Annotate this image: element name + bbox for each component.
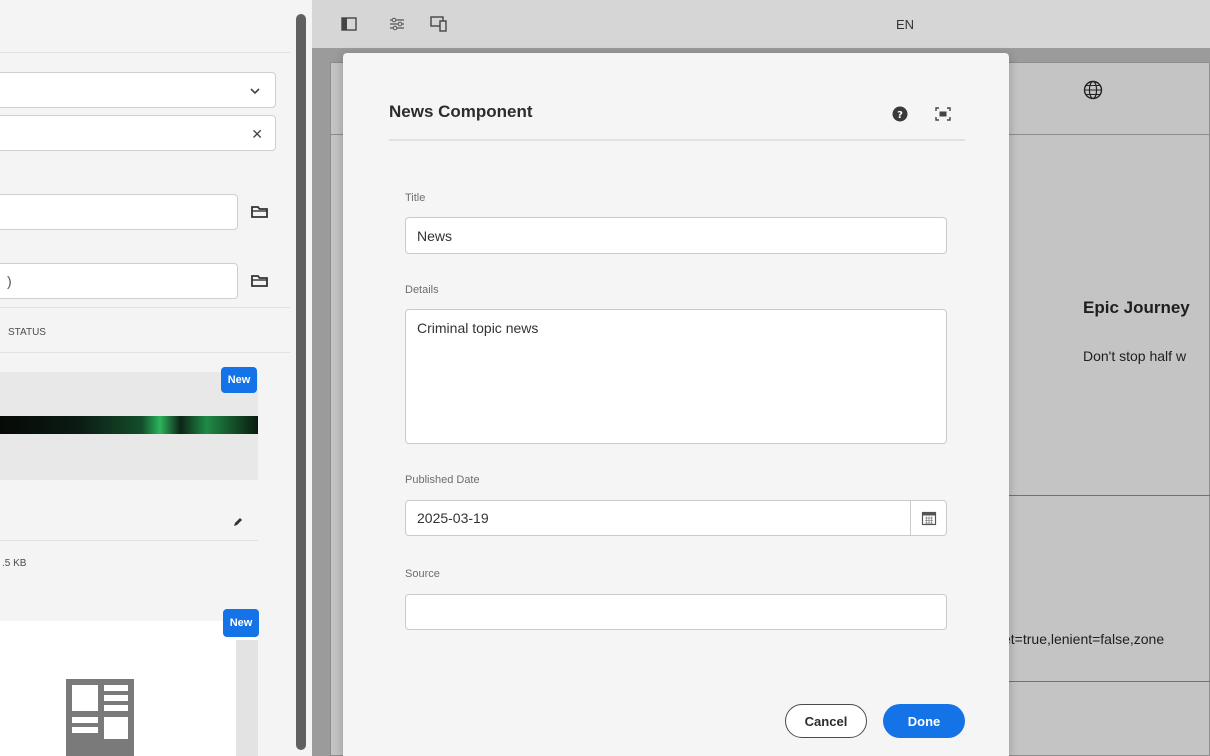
document-icon xyxy=(64,677,136,756)
dialog-title: News Component xyxy=(389,102,533,121)
published-date-input[interactable]: 2025-03-19 xyxy=(405,500,911,536)
title-input-value: News xyxy=(417,227,453,244)
dialog-header-divider xyxy=(389,139,965,141)
title-label: Title xyxy=(405,192,426,204)
details-textarea[interactable]: Criminal topic news xyxy=(405,309,947,444)
new-badge: New xyxy=(223,609,259,637)
calendar-icon[interactable] xyxy=(910,500,947,536)
asset-thumbnail xyxy=(0,416,258,434)
published-date-label: Published Date xyxy=(405,474,480,486)
path-field[interactable]: ) xyxy=(0,263,238,299)
new-badge: New xyxy=(221,367,257,393)
divider xyxy=(0,52,290,53)
fullscreen-icon[interactable] xyxy=(935,107,951,126)
properties-icon[interactable] xyxy=(386,13,408,35)
preview-heading: Epic Journey xyxy=(1083,298,1190,317)
side-panel-icon[interactable] xyxy=(338,13,360,35)
language-indicator[interactable]: EN xyxy=(896,17,914,32)
status-column-header: STATUS xyxy=(8,327,46,338)
left-rail-panel: ✕ ) STATUS New .5 KB New xyxy=(0,0,290,756)
folder-icon[interactable] xyxy=(244,265,276,297)
news-component-dialog: News Component ? Title News Details Crim… xyxy=(343,53,1009,756)
path-field[interactable] xyxy=(0,194,238,230)
details-textarea-value: Criminal topic news xyxy=(417,320,539,336)
title-input[interactable]: News xyxy=(405,217,947,254)
panel-scrollbar[interactable] xyxy=(296,14,306,750)
emulator-icon[interactable] xyxy=(428,13,450,35)
done-button[interactable]: Done xyxy=(883,704,965,738)
details-label: Details xyxy=(405,284,439,296)
editor-toolbar: EN xyxy=(312,0,1210,48)
chevron-down-icon xyxy=(249,84,261,100)
globe-icon[interactable] xyxy=(1083,80,1103,105)
search-input[interactable]: ✕ xyxy=(0,115,276,151)
divider xyxy=(0,540,258,541)
component-outline xyxy=(991,681,1210,682)
pencil-icon[interactable] xyxy=(232,515,244,533)
source-label: Source xyxy=(405,568,440,580)
asset-size: .5 KB xyxy=(2,558,27,569)
svg-text:?: ? xyxy=(897,110,903,121)
path-field-value: ) xyxy=(7,273,12,289)
divider xyxy=(0,307,290,308)
asset-card[interactable] xyxy=(0,372,258,480)
cancel-button[interactable]: Cancel xyxy=(785,704,867,738)
published-date-value: 2025-03-19 xyxy=(417,510,489,526)
source-input[interactable] xyxy=(405,594,947,630)
help-icon[interactable]: ? xyxy=(892,106,908,127)
close-icon[interactable]: ✕ xyxy=(251,126,263,143)
divider xyxy=(0,352,290,353)
card-scroll-strip xyxy=(236,640,258,756)
preview-params-text: et=true,lenient=false,zone xyxy=(1003,631,1165,647)
asset-card[interactable] xyxy=(0,621,258,756)
component-outline xyxy=(991,495,1210,496)
folder-icon[interactable] xyxy=(244,196,276,228)
filter-dropdown[interactable] xyxy=(0,72,276,108)
preview-subtext: Don't stop half w xyxy=(1083,348,1187,364)
